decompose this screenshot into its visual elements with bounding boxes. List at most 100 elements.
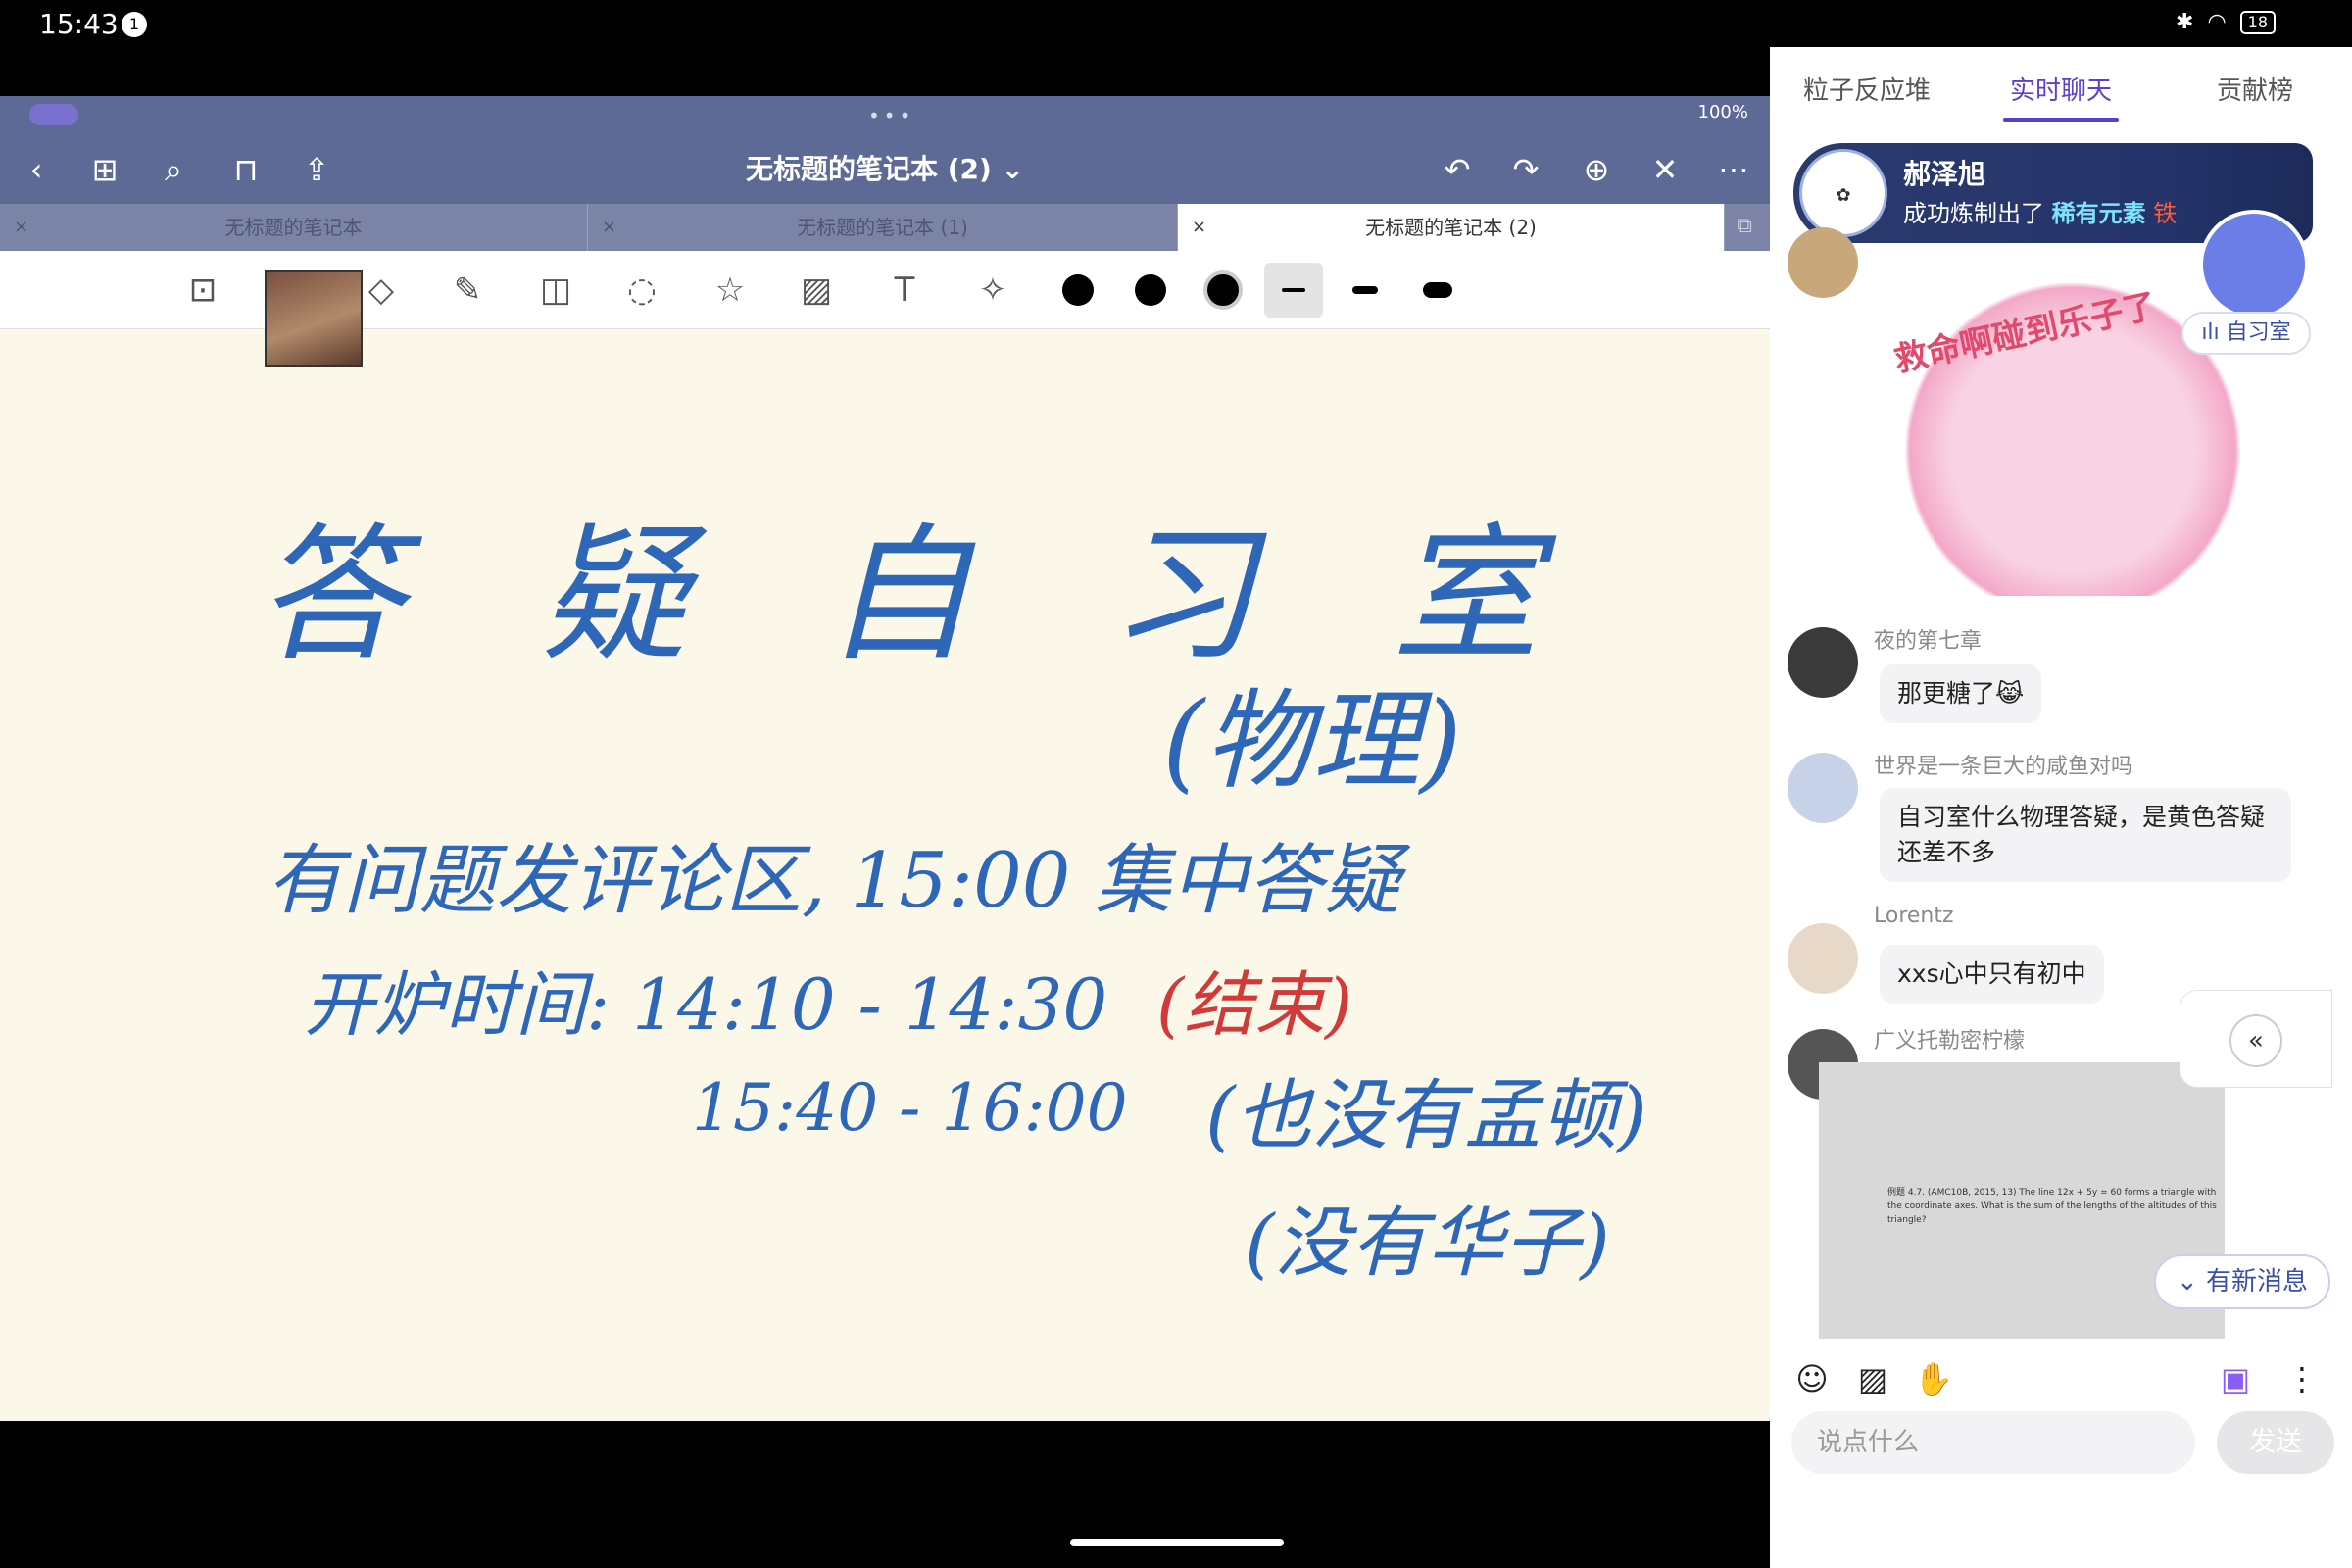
text-icon[interactable]: T — [880, 267, 929, 314]
message-bubble: 自习室什么物理答疑，是黄色答疑还差不多 — [1880, 788, 2291, 882]
tab-label: 无标题的笔记本 (2) — [1365, 216, 1537, 239]
search-icon[interactable]: ⌕ — [149, 135, 198, 204]
close-icon[interactable]: × — [1192, 204, 1206, 251]
tab-notebook-1[interactable]: × 无标题的笔记本 (1) — [588, 204, 1178, 251]
notes-top-bar: ••• 100% 无标题的笔记本 (2) ⌄ ‹ ⊞ ⌕ ⊓ ⇪ ↶ ↷ ⊕ ✕… — [0, 96, 1770, 204]
window-status-battery: 100% — [1697, 102, 1748, 122]
store-icon — [2199, 210, 2309, 319]
subheading-handwriting: (物理) — [1162, 678, 1462, 804]
home-indicator[interactable] — [1070, 1539, 1284, 1546]
highlighter-icon[interactable]: ✎ — [443, 267, 492, 314]
chat-input-row: 发送 — [1770, 1411, 2352, 1499]
avatar[interactable] — [1788, 627, 1858, 698]
message-bubble: 那更糖了😹 — [1880, 664, 2042, 723]
notes-app-window: ••• 100% 无标题的笔记本 (2) ⌄ ‹ ⊞ ⌕ ⊓ ⇪ ↶ ↷ ⊕ ✕… — [0, 96, 1770, 1421]
sticker-image[interactable] — [265, 270, 363, 367]
laser-pointer-icon[interactable]: ✧ — [968, 267, 1017, 314]
banner-message: 成功炼制出了 稀有元素 铁 — [1903, 194, 2177, 228]
window-grab-handle[interactable]: ••• — [868, 104, 914, 127]
chevron-down-icon: ⌄ — [2176, 1267, 2198, 1297]
lasso-icon[interactable]: ◌ — [617, 267, 666, 314]
notebook-tabs: × 无标题的笔记本 × 无标题的笔记本 (1) × 无标题的笔记本 (2) ⧉ — [0, 204, 1770, 251]
avatar[interactable] — [1788, 753, 1858, 823]
window-mode-icon[interactable] — [29, 104, 78, 125]
hand-icon[interactable]: ✋ — [1909, 1354, 1958, 1403]
avatar[interactable] — [1788, 227, 1858, 298]
banner-logo: ✿ — [1799, 149, 1887, 237]
notes-nav-row: 无标题的笔记本 (2) ⌄ ‹ ⊞ ⌕ ⊓ ⇪ ↶ ↷ ⊕ ✕ ⋯ — [0, 135, 1770, 204]
message-username: 夜的第七章 — [1874, 629, 1983, 654]
study-room-badge[interactable]: ılı 自习室 — [2181, 210, 2334, 394]
shapes-icon[interactable]: ◫ — [531, 267, 580, 314]
line3-note-handwriting: (也没有孟顿) — [1205, 1072, 1647, 1160]
close-icon[interactable]: × — [602, 204, 616, 251]
status-time: 15:43 — [39, 8, 119, 40]
color-black-2[interactable] — [1135, 274, 1166, 306]
note-canvas[interactable]: 答 疑 自 习 室 (物理) 有问题发评论区, 15:00 集中答疑 开炉时间:… — [0, 329, 1770, 1421]
status-icons: ✱ ◠ 18 — [2176, 10, 2276, 34]
tab-overview-icon[interactable]: ⧉ — [1737, 214, 1752, 238]
message-username: 世界是一条巨大的咸鱼对吗 — [1874, 755, 2133, 779]
grid-icon[interactable]: ⊞ — [80, 135, 129, 204]
add-page-icon[interactable]: ⊕ — [1572, 135, 1621, 204]
stroke-thin-selected[interactable] — [1264, 263, 1323, 318]
double-chevron-left-icon: « — [2230, 1014, 2282, 1067]
stroke-medium[interactable] — [1352, 286, 1378, 294]
close-icon[interactable]: × — [14, 204, 28, 251]
document-title-text[interactable]: 无标题的笔记本 (2) — [746, 153, 992, 185]
tab-label: 无标题的笔记本 — [224, 216, 363, 239]
study-room-label: ılı 自习室 — [2181, 312, 2311, 355]
color-black-selected[interactable] — [1203, 270, 1243, 310]
collapse-panel-button[interactable]: « — [2180, 990, 2332, 1088]
new-messages-button[interactable]: ⌄ 有新消息 — [2154, 1254, 2330, 1309]
banner-message-prefix: 成功炼制出了 — [1903, 200, 2044, 227]
sticker-caption: 救命啊碰到乐子了 — [1890, 286, 2160, 380]
close-tools-icon[interactable]: ✕ — [1641, 135, 1690, 204]
back-icon[interactable]: ‹ — [12, 135, 61, 204]
redo-icon[interactable]: ↷ — [1501, 135, 1550, 204]
share-icon[interactable]: ⇪ — [292, 135, 341, 204]
banner-rare-item: 稀有元素 — [2051, 200, 2146, 227]
more-vertical-icon[interactable]: ⋮ — [2278, 1354, 2327, 1403]
banner-username: 郝泽旭 — [1903, 158, 1986, 190]
stroke-sample — [1282, 288, 1305, 292]
wifi-icon: ◠ — [2207, 10, 2227, 34]
bar-chart-icon: ılı — [2201, 320, 2220, 345]
tab-label: 无标题的笔记本 (1) — [797, 216, 968, 239]
line3-time-handwriting: 15:40 - 16:00 — [692, 1070, 1128, 1146]
notification-badge: 1 — [122, 12, 147, 37]
stroke-thick[interactable] — [1423, 282, 1452, 298]
sticker-icon[interactable]: ☆ — [706, 267, 755, 314]
line2-handwriting: 开炉时间: 14:10 - 14:30 — [304, 963, 1108, 1046]
chat-tabs: 粒子反应堆 实时聊天 贡献榜 — [1770, 47, 2352, 135]
message-username: Lorentz — [1874, 904, 1954, 928]
study-room-text: 自习室 — [2226, 320, 2291, 345]
bookmark-icon[interactable]: ⊓ — [221, 135, 270, 204]
line2-end-handwriting: (结束) — [1156, 963, 1353, 1046]
more-icon[interactable]: ⋯ — [1709, 135, 1758, 204]
avatar[interactable] — [1788, 923, 1858, 994]
gift-icon[interactable]: ▣ — [2211, 1354, 2260, 1403]
tab-notebook-0[interactable]: × 无标题的笔记本 — [0, 204, 588, 251]
page-view-icon[interactable]: ⊡ — [178, 267, 227, 314]
color-black-1[interactable] — [1062, 274, 1094, 306]
bluetooth-icon: ✱ — [2176, 10, 2194, 34]
banner-rare-suffix: 铁 — [2153, 200, 2178, 227]
emoji-icon[interactable]: ☺ — [1788, 1354, 1837, 1403]
message-bubble: xxs心中只有初中 — [1880, 945, 2104, 1004]
image-icon[interactable]: ▨ — [792, 267, 841, 314]
chevron-down-icon[interactable]: ⌄ — [1002, 153, 1024, 185]
undo-icon[interactable]: ↶ — [1433, 135, 1482, 204]
tab-notebook-2[interactable]: × 无标题的笔记本 (2) — [1178, 204, 1725, 251]
battery-icon: 18 — [2239, 10, 2276, 34]
chat-input[interactable] — [1791, 1411, 2195, 1474]
tab-particle-reactor[interactable]: 粒子反应堆 — [1770, 47, 1964, 135]
eraser-icon[interactable]: ◇ — [357, 267, 406, 314]
new-messages-label: 有新消息 — [2206, 1267, 2309, 1297]
image-icon[interactable]: ▨ — [1848, 1354, 1897, 1403]
send-button[interactable]: 发送 — [2217, 1411, 2334, 1474]
line1-handwriting: 有问题发评论区, 15:00 集中答疑 — [267, 837, 1401, 925]
tab-contribution-board[interactable]: 贡献榜 — [2158, 47, 2352, 135]
tab-live-chat[interactable]: 实时聊天 — [1964, 47, 2158, 135]
line4-handwriting: (没有华子) — [1245, 1200, 1610, 1288]
